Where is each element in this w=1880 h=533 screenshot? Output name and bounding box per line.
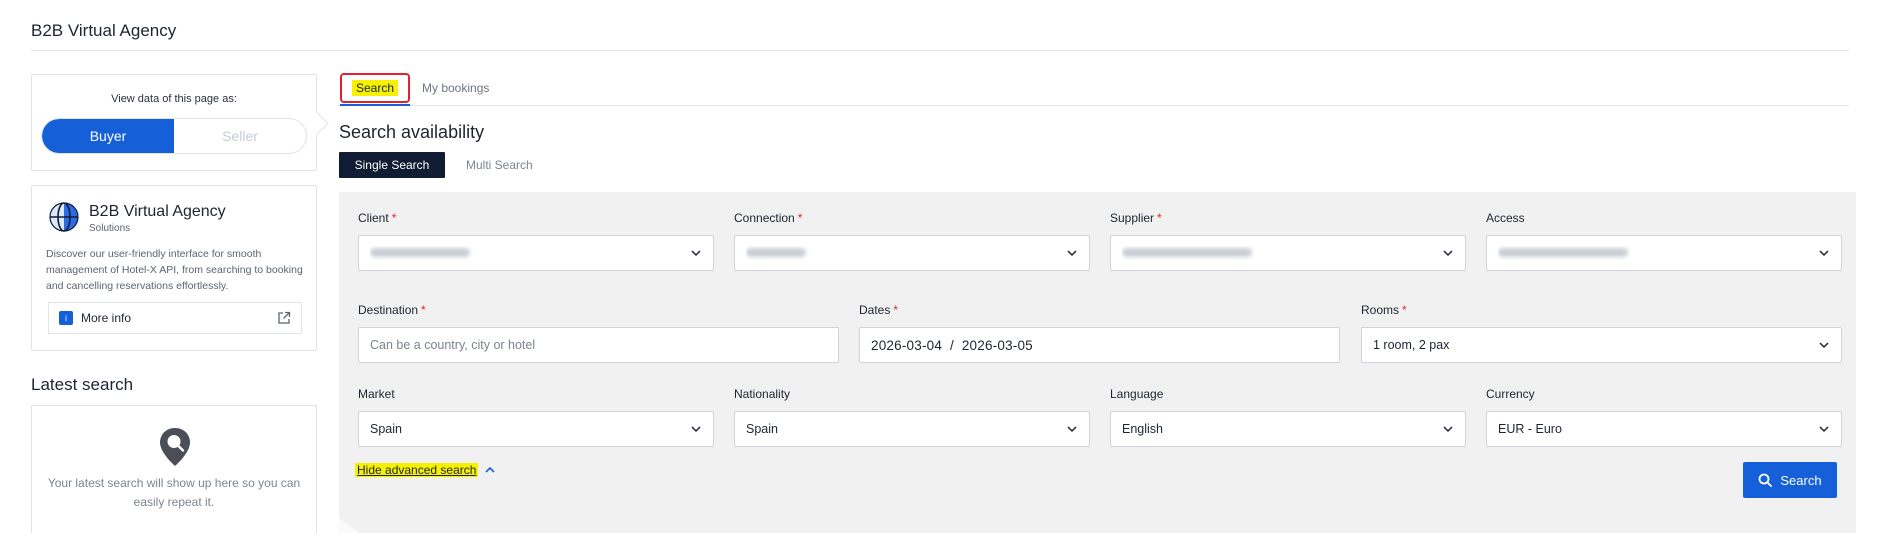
buyer-option[interactable]: Buyer — [42, 119, 174, 153]
access-select[interactable] — [1486, 235, 1842, 271]
end-date: 2026-03-05 — [961, 337, 1033, 353]
start-date: 2026-03-04 — [871, 337, 943, 353]
access-value-redacted — [1498, 248, 1628, 257]
rooms-select[interactable]: 1 room, 2 pax — [1361, 327, 1842, 363]
multi-search-button[interactable]: Multi Search — [466, 152, 533, 178]
search-icon — [1758, 473, 1773, 487]
connection-value-redacted — [746, 248, 806, 257]
connection-select[interactable] — [734, 235, 1090, 271]
latest-search-empty-text: Your latest search will show up here so … — [47, 476, 301, 509]
app-title: B2B Virtual Agency — [31, 21, 177, 40]
tab-search[interactable]: Search — [340, 73, 410, 103]
active-tab-indicator — [340, 104, 410, 106]
seller-option[interactable]: Seller — [174, 119, 306, 153]
rooms-field: Rooms * 1 room, 2 pax — [1361, 303, 1842, 365]
nationality-select[interactable]: Spain — [734, 411, 1090, 447]
view-as-card: View data of this page as: Buyer Seller — [31, 74, 317, 171]
chevron-down-icon — [691, 426, 701, 433]
hide-advanced-search-label: Hide advanced search — [355, 463, 479, 477]
single-search-button[interactable]: Single Search — [339, 152, 445, 178]
currency-select[interactable]: EUR - Euro — [1486, 411, 1842, 447]
info-card-subtitle: Solutions — [89, 223, 131, 234]
client-select[interactable] — [358, 235, 714, 271]
destination-input[interactable]: Can be a country, city or hotel — [358, 327, 839, 363]
nationality-field: Nationality Spain — [734, 387, 1090, 449]
more-info-label: More info — [81, 311, 132, 325]
dates-picker[interactable]: 2026-03-04 / 2026-03-05 — [859, 327, 1340, 363]
supplier-field: Supplier * — [1110, 211, 1466, 273]
dates-label: Dates * — [859, 303, 899, 317]
language-select[interactable]: English — [1110, 411, 1466, 447]
currency-field: Currency EUR - Euro — [1486, 387, 1842, 449]
chevron-down-icon — [1067, 426, 1077, 433]
search-button-label: Search — [1780, 472, 1822, 488]
latest-search-card: Your latest search will show up here so … — [31, 405, 317, 533]
language-value: English — [1122, 422, 1163, 436]
market-label: Market — [358, 387, 395, 401]
market-field: Market Spain — [358, 387, 714, 449]
connection-label: Connection * — [734, 211, 803, 225]
destination-field: Destination * Can be a country, city or h… — [358, 303, 839, 365]
info-badge-icon: i — [59, 311, 73, 325]
chevron-down-icon — [1067, 250, 1077, 257]
view-as-label: View data of this page as: — [111, 93, 237, 105]
globe-logo-icon — [49, 202, 79, 232]
dates-field: Dates * 2026-03-04 / 2026-03-05 — [859, 303, 1340, 365]
date-separator: / — [949, 337, 954, 353]
language-label: Language — [1110, 387, 1164, 401]
latest-search-title: Latest search — [31, 375, 134, 394]
client-field: Client * — [358, 211, 714, 273]
chevron-down-icon — [691, 250, 701, 257]
supplier-select[interactable] — [1110, 235, 1466, 271]
client-value-redacted — [370, 248, 470, 257]
hide-advanced-search-link[interactable]: Hide advanced search — [355, 463, 496, 477]
supplier-label: Supplier * — [1110, 211, 1162, 225]
external-link-icon — [278, 311, 291, 324]
chevron-down-icon — [1443, 250, 1453, 257]
destination-placeholder: Can be a country, city or hotel — [370, 338, 536, 352]
chevron-down-icon — [1819, 342, 1829, 349]
panel-corner — [339, 518, 359, 533]
currency-value: EUR - Euro — [1498, 422, 1562, 436]
connection-field: Connection * — [734, 211, 1090, 273]
buyer-seller-toggle: Buyer Seller — [41, 118, 307, 154]
destination-label: Destination * — [358, 303, 426, 317]
market-select[interactable]: Spain — [358, 411, 714, 447]
access-field: Access — [1486, 211, 1842, 273]
rooms-value: 1 room, 2 pax — [1373, 338, 1450, 352]
rooms-label: Rooms * — [1361, 303, 1407, 317]
language-field: Language English — [1110, 387, 1466, 449]
search-availability-title: Search availability — [339, 122, 485, 142]
tab-my-bookings[interactable]: My bookings — [422, 73, 489, 103]
main-tabs: Search My bookings — [338, 73, 1849, 106]
access-label: Access — [1486, 211, 1525, 225]
market-value: Spain — [370, 422, 402, 436]
chevron-down-icon — [1819, 250, 1829, 257]
client-label: Client * — [358, 211, 397, 225]
more-info-link[interactable]: i More info — [48, 302, 302, 334]
supplier-value-redacted — [1122, 248, 1252, 257]
tab-search-label: Search — [351, 80, 399, 96]
location-pin-icon — [160, 428, 190, 466]
agency-info-card: B2B Virtual Agency Solutions Discover ou… — [31, 185, 317, 351]
nationality-value: Spain — [746, 422, 778, 436]
nationality-label: Nationality — [734, 387, 791, 401]
chevron-up-icon — [485, 466, 495, 473]
header-divider — [31, 50, 1849, 51]
chevron-down-icon — [1819, 426, 1829, 433]
chevron-down-icon — [1443, 426, 1453, 433]
info-card-title: B2B Virtual Agency — [89, 203, 226, 220]
info-card-description: Discover our user-friendly interface for… — [46, 248, 303, 292]
currency-label: Currency — [1486, 387, 1535, 401]
search-button[interactable]: Search — [1743, 462, 1837, 498]
